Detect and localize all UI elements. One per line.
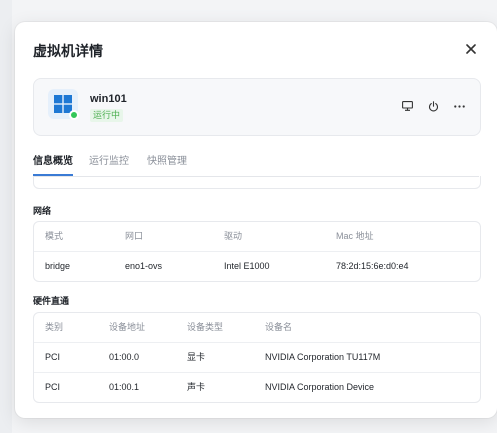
column-header: 类别 — [45, 322, 64, 332]
table-cell: PCI — [45, 352, 61, 362]
vm-detail-dialog: 虚拟机详情 win101 运行中 信息概览 运行监控 快照管理 网络 模式 网口… — [15, 22, 497, 418]
power-icon — [428, 100, 438, 111]
column-header: 设备地址 — [109, 322, 146, 332]
vm-name: win101 — [90, 93, 127, 105]
network-section-title: 网络 — [33, 206, 52, 216]
monitor-icon — [401, 101, 413, 111]
table-cell: PCI — [45, 382, 61, 392]
background-panel-edge — [0, 0, 12, 433]
table-cell: Intel E1000 — [224, 261, 270, 271]
more-button[interactable] — [452, 99, 466, 113]
table-cell: 78:2d:15:6e:d0:e4 — [336, 261, 409, 271]
table-cell: 01:00.1 — [109, 382, 140, 392]
table-cell: 显卡 — [187, 352, 206, 362]
vm-actions — [400, 99, 466, 113]
tab-overview[interactable]: 信息概览 — [33, 156, 73, 168]
table-cell: NVIDIA Corporation TU117M — [265, 352, 381, 362]
column-header: 模式 — [45, 231, 64, 241]
table-row: bridge eno1-ovs Intel E1000 78:2d:15:6e:… — [34, 251, 480, 281]
power-button[interactable] — [426, 99, 440, 113]
tab-snapshots[interactable]: 快照管理 — [147, 156, 187, 168]
dialog-title: 虚拟机详情 — [33, 43, 103, 59]
table-cell: 01:00.0 — [109, 352, 140, 362]
passthrough-table: 类别 设备地址 设备类型 设备名 PCI 01:00.0 显卡 NVIDIA C… — [33, 312, 481, 403]
detail-tabs: 信息概览 运行监控 快照管理 — [33, 156, 479, 177]
passthrough-section-title: 硬件直通 — [33, 296, 70, 306]
column-header: 驱动 — [224, 231, 243, 241]
table-cell: NVIDIA Corporation Device — [265, 382, 375, 392]
network-table: 模式 网口 驱动 Mac 地址 bridge eno1-ovs Intel E1… — [33, 221, 481, 282]
table-row: PCI 01:00.0 显卡 NVIDIA Corporation TU117M — [34, 342, 480, 372]
vm-summary-card: win101 运行中 — [33, 78, 481, 136]
column-header: 网口 — [125, 231, 144, 241]
tab-monitoring[interactable]: 运行监控 — [89, 156, 129, 168]
table-cell: 声卡 — [187, 382, 206, 392]
column-header: Mac 地址 — [336, 231, 374, 241]
more-icon — [453, 104, 465, 108]
table-cell: eno1-ovs — [125, 261, 163, 271]
running-status-dot — [69, 110, 79, 120]
table-row: PCI 01:00.1 声卡 NVIDIA Corporation Device — [34, 372, 480, 402]
close-icon — [466, 44, 476, 54]
column-header: 设备名 — [265, 322, 293, 332]
table-header-row: 模式 网口 驱动 Mac 地址 — [34, 222, 480, 251]
table-header-row: 类别 设备地址 设备类型 设备名 — [34, 313, 480, 342]
console-button[interactable] — [400, 99, 414, 113]
table-cell: bridge — [45, 261, 71, 271]
column-header: 设备类型 — [187, 322, 224, 332]
collapsed-panel-edge — [33, 176, 481, 189]
close-button[interactable] — [463, 41, 479, 57]
vm-status-badge: 运行中 — [90, 109, 124, 122]
